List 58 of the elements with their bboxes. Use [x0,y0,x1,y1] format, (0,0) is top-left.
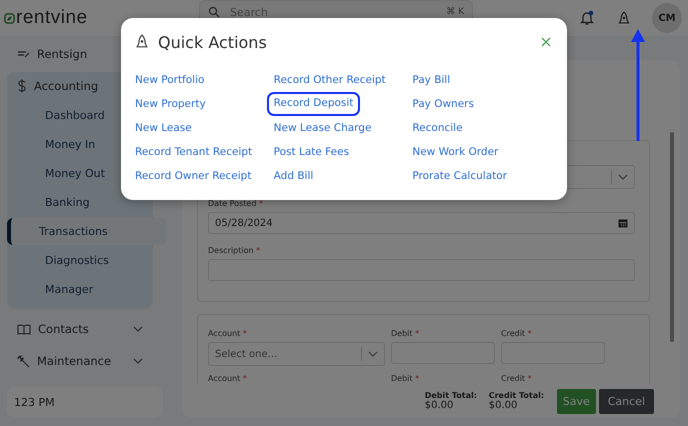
sidebar-item[interactable]: Contacts [7,315,153,343]
quick-action-link[interactable]: New Lease Charge [274,116,372,140]
field-label: Description * [208,246,262,255]
sidebar-item[interactable]: Rentsign [7,40,153,68]
quick-action-link[interactable]: Reconcile [412,116,463,140]
quick-action-link[interactable]: Pay Bill [412,68,450,92]
date-field[interactable]: 05/28/2024 [208,212,635,234]
quick-action-link[interactable]: New Portfolio [135,68,204,92]
quick-action-link[interactable]: Add Bill [274,164,314,188]
user-avatar[interactable]: CM [652,3,682,33]
book-icon [17,324,31,334]
total-value: $0.00 [488,400,518,411]
save-button[interactable]: Save [556,388,596,414]
chevron-down-icon [368,351,378,357]
field-label: Credit * [501,374,533,383]
account-select[interactable]: Select one... [208,342,385,366]
dialog-title: Quick Actions [158,32,268,52]
quick-action-link[interactable]: Record Deposit [266,92,360,116]
chevron-down-icon [133,326,143,332]
quick-action-link[interactable]: Record Other Receipt [274,68,386,92]
quick-action-link[interactable]: Post Late Fees [274,140,350,164]
rocket-icon [135,34,149,50]
chevron-down-icon [618,174,628,180]
total-value: $0.00 [424,400,454,411]
sidebar-subitem[interactable]: Manager [13,276,153,303]
cancel-button[interactable]: Cancel [598,388,654,414]
field-label: Date Posted * [208,199,264,208]
chevron-down-icon [133,358,143,364]
wrench-icon [17,354,30,368]
total-label: Debit Total: [424,391,478,400]
search-icon [208,6,220,18]
shortcut-hint: ⌘ K [446,7,464,17]
sidebar-subitem[interactable]: Transactions [7,218,166,245]
field-label: Account * [208,374,248,383]
signature-icon [17,49,30,59]
account-footer[interactable]: 123 PM [7,386,163,418]
sidebar-subitem[interactable]: Banking [13,189,153,216]
close-icon[interactable] [541,37,551,47]
sidebar-item[interactable]: Maintenance [7,347,153,375]
total-label: Credit Total: [488,391,545,400]
quick-action-link[interactable]: Prorate Calculator [412,164,507,188]
quick-action-link[interactable]: Record Tenant Receipt [135,140,252,164]
quick-action-link[interactable]: Record Owner Receipt [135,164,252,188]
logo-text: rentvine [16,7,88,29]
sidebar-subitem[interactable]: Diagnostics [13,247,153,274]
field-label: Credit * [501,329,533,338]
leaf-icon [4,12,15,24]
field-label: Debit * [391,329,420,338]
quick-action-link[interactable]: New Work Order [412,140,498,164]
field-label: Account * [208,329,248,338]
quick-action-link[interactable]: Pay Owners [412,92,474,116]
dollar-icon [17,79,27,93]
field-label: Debit * [391,374,420,383]
bell-icon[interactable] [580,10,594,26]
quick-action-link[interactable]: New Lease [135,116,192,140]
rocket-icon[interactable] [618,10,630,26]
quick-action-link[interactable]: New Property [135,92,206,116]
calendar-icon [618,218,628,228]
